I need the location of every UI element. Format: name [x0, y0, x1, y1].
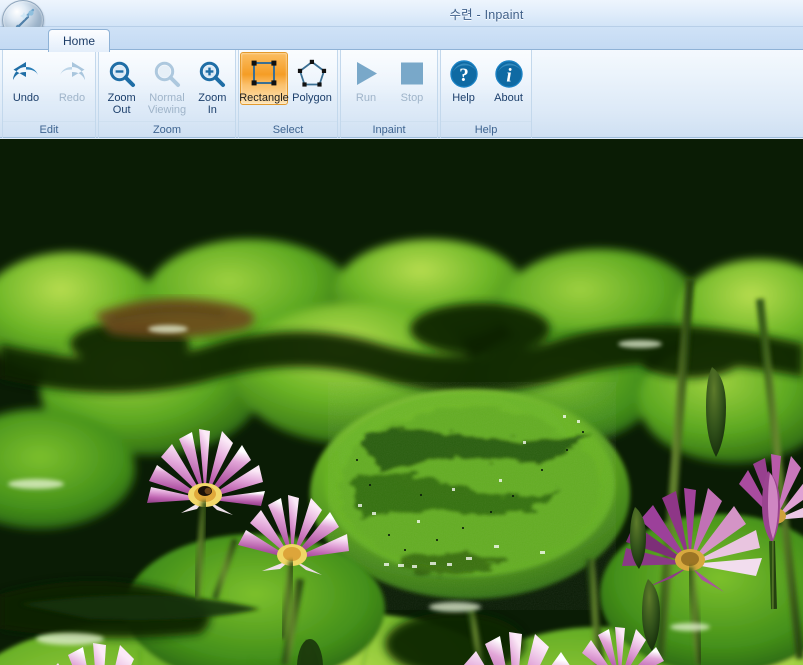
magnifier-icon: [152, 57, 182, 91]
normal-viewing-label: Normal Viewing: [147, 92, 187, 116]
redo-button[interactable]: Redo: [49, 52, 95, 105]
help-label: Help: [452, 92, 475, 104]
ribbon-empty-area: [534, 50, 803, 138]
ribbon-group-edit: Undo Redo Edit: [2, 50, 96, 138]
run-button[interactable]: Run: [343, 52, 389, 105]
ribbon-group-zoom: Zoom Out Normal Viewing Zoom In Zoom: [98, 50, 236, 138]
tab-home[interactable]: Home: [48, 29, 111, 52]
rectangle-select-button[interactable]: Rectangle: [239, 52, 289, 105]
normal-viewing-button[interactable]: Normal Viewing: [144, 52, 189, 117]
svg-text:?: ?: [459, 65, 469, 86]
ribbon-group-select: Rectangle Polygon Select: [238, 50, 338, 138]
stop-button[interactable]: Stop: [389, 52, 435, 105]
ribbon-group-inpaint-label: Inpaint: [341, 121, 437, 136]
stop-label: Stop: [400, 92, 424, 104]
zoom-out-button[interactable]: Zoom Out: [99, 52, 144, 117]
zoom-in-label: Zoom In: [198, 92, 227, 116]
polygon-select-label: Polygon: [292, 92, 332, 104]
stop-square-icon: [397, 57, 427, 91]
magnifier-minus-icon: [107, 57, 137, 91]
ribbon-tab-strip: Home: [0, 27, 803, 52]
zoom-out-label: Zoom Out: [107, 92, 136, 116]
ribbon-group-help-label: Help: [441, 121, 531, 136]
zoom-in-button[interactable]: Zoom In: [190, 52, 235, 117]
run-label: Run: [355, 92, 377, 104]
water-lily-photograph: [0, 139, 803, 665]
image-canvas[interactable]: [0, 139, 803, 665]
question-mark-circle-icon: ?: [449, 57, 479, 91]
application-window: 수련 - Inpaint Home Undo Redo Edit Zoom Ou…: [0, 0, 803, 665]
ribbon-group-help: ? Help i About Help: [440, 50, 532, 138]
svg-text:i: i: [506, 66, 512, 87]
undo-label: Undo: [12, 92, 40, 104]
help-button[interactable]: ? Help: [441, 52, 486, 105]
play-triangle-icon: [351, 57, 381, 91]
ribbon-group-edit-label: Edit: [3, 121, 95, 136]
rectangle-select-label: Rectangle: [239, 92, 289, 104]
about-label: About: [494, 92, 523, 104]
ribbon-group-inpaint: Run Stop Inpaint: [340, 50, 438, 138]
redo-label: Redo: [58, 92, 86, 104]
ribbon: Undo Redo Edit Zoom Out Normal Viewing Z…: [0, 50, 803, 138]
window-title: 수련 - Inpaint: [449, 8, 524, 22]
tab-home-label: Home: [63, 34, 96, 48]
undo-arrow-icon: [10, 57, 42, 91]
about-button[interactable]: i About: [486, 52, 531, 105]
polygon-selection-icon: [297, 57, 327, 91]
info-circle-icon: i: [494, 57, 524, 91]
rectangle-selection-icon: [249, 57, 279, 91]
redo-arrow-icon: [56, 57, 88, 91]
title-bar: 수련 - Inpaint: [0, 0, 803, 40]
magnifier-plus-icon: [197, 57, 227, 91]
polygon-select-button[interactable]: Polygon: [288, 52, 336, 105]
ribbon-group-select-label: Select: [239, 121, 337, 136]
ribbon-group-zoom-label: Zoom: [99, 121, 235, 136]
undo-button[interactable]: Undo: [3, 52, 49, 105]
